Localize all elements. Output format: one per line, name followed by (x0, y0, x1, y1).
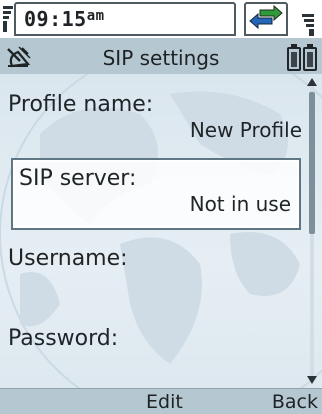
clock-ampm: am (86, 8, 105, 24)
status-bar: 09:15am (0, 0, 322, 38)
profile-name-field[interactable]: Profile name: New Profile (8, 92, 304, 142)
clock-box: 09:15am (14, 2, 236, 36)
clock-time: 09:15 (24, 7, 87, 31)
data-transfer-icon (249, 4, 283, 30)
softkey-bar: Edit Back (0, 388, 322, 414)
data-transfer-box (244, 2, 288, 36)
sip-server-field[interactable]: SIP server: Not in use (11, 158, 301, 230)
edit-softkey[interactable]: Edit (146, 391, 183, 413)
battery-icon (287, 44, 317, 71)
username-field[interactable]: Username: (8, 246, 304, 272)
page-title: SIP settings (102, 46, 220, 70)
username-label: Username: (8, 246, 128, 271)
title-bar: SIP settings (0, 38, 322, 74)
sip-server-label: SIP server: (19, 166, 137, 191)
sip-server-value: Not in use (189, 192, 291, 216)
password-field[interactable]: Password: (8, 326, 304, 352)
scrollbar-thumb[interactable] (309, 92, 315, 234)
scroll-up-arrow-icon[interactable] (307, 78, 317, 86)
phone-screen: 09:15am SIP settings Profile name: New P… (0, 0, 322, 414)
clock: 09:15am (24, 7, 105, 31)
profile-name-value: New Profile (189, 118, 302, 142)
profile-name-label: Profile name: (8, 92, 154, 117)
signal-right-icon (302, 14, 314, 36)
back-softkey[interactable]: Back (272, 391, 318, 413)
password-label: Password: (8, 326, 119, 351)
signal-left-icon (3, 6, 13, 32)
settings-list: Profile name: New Profile SIP server: No… (0, 74, 322, 388)
scroll-down-arrow-icon[interactable] (307, 376, 317, 384)
